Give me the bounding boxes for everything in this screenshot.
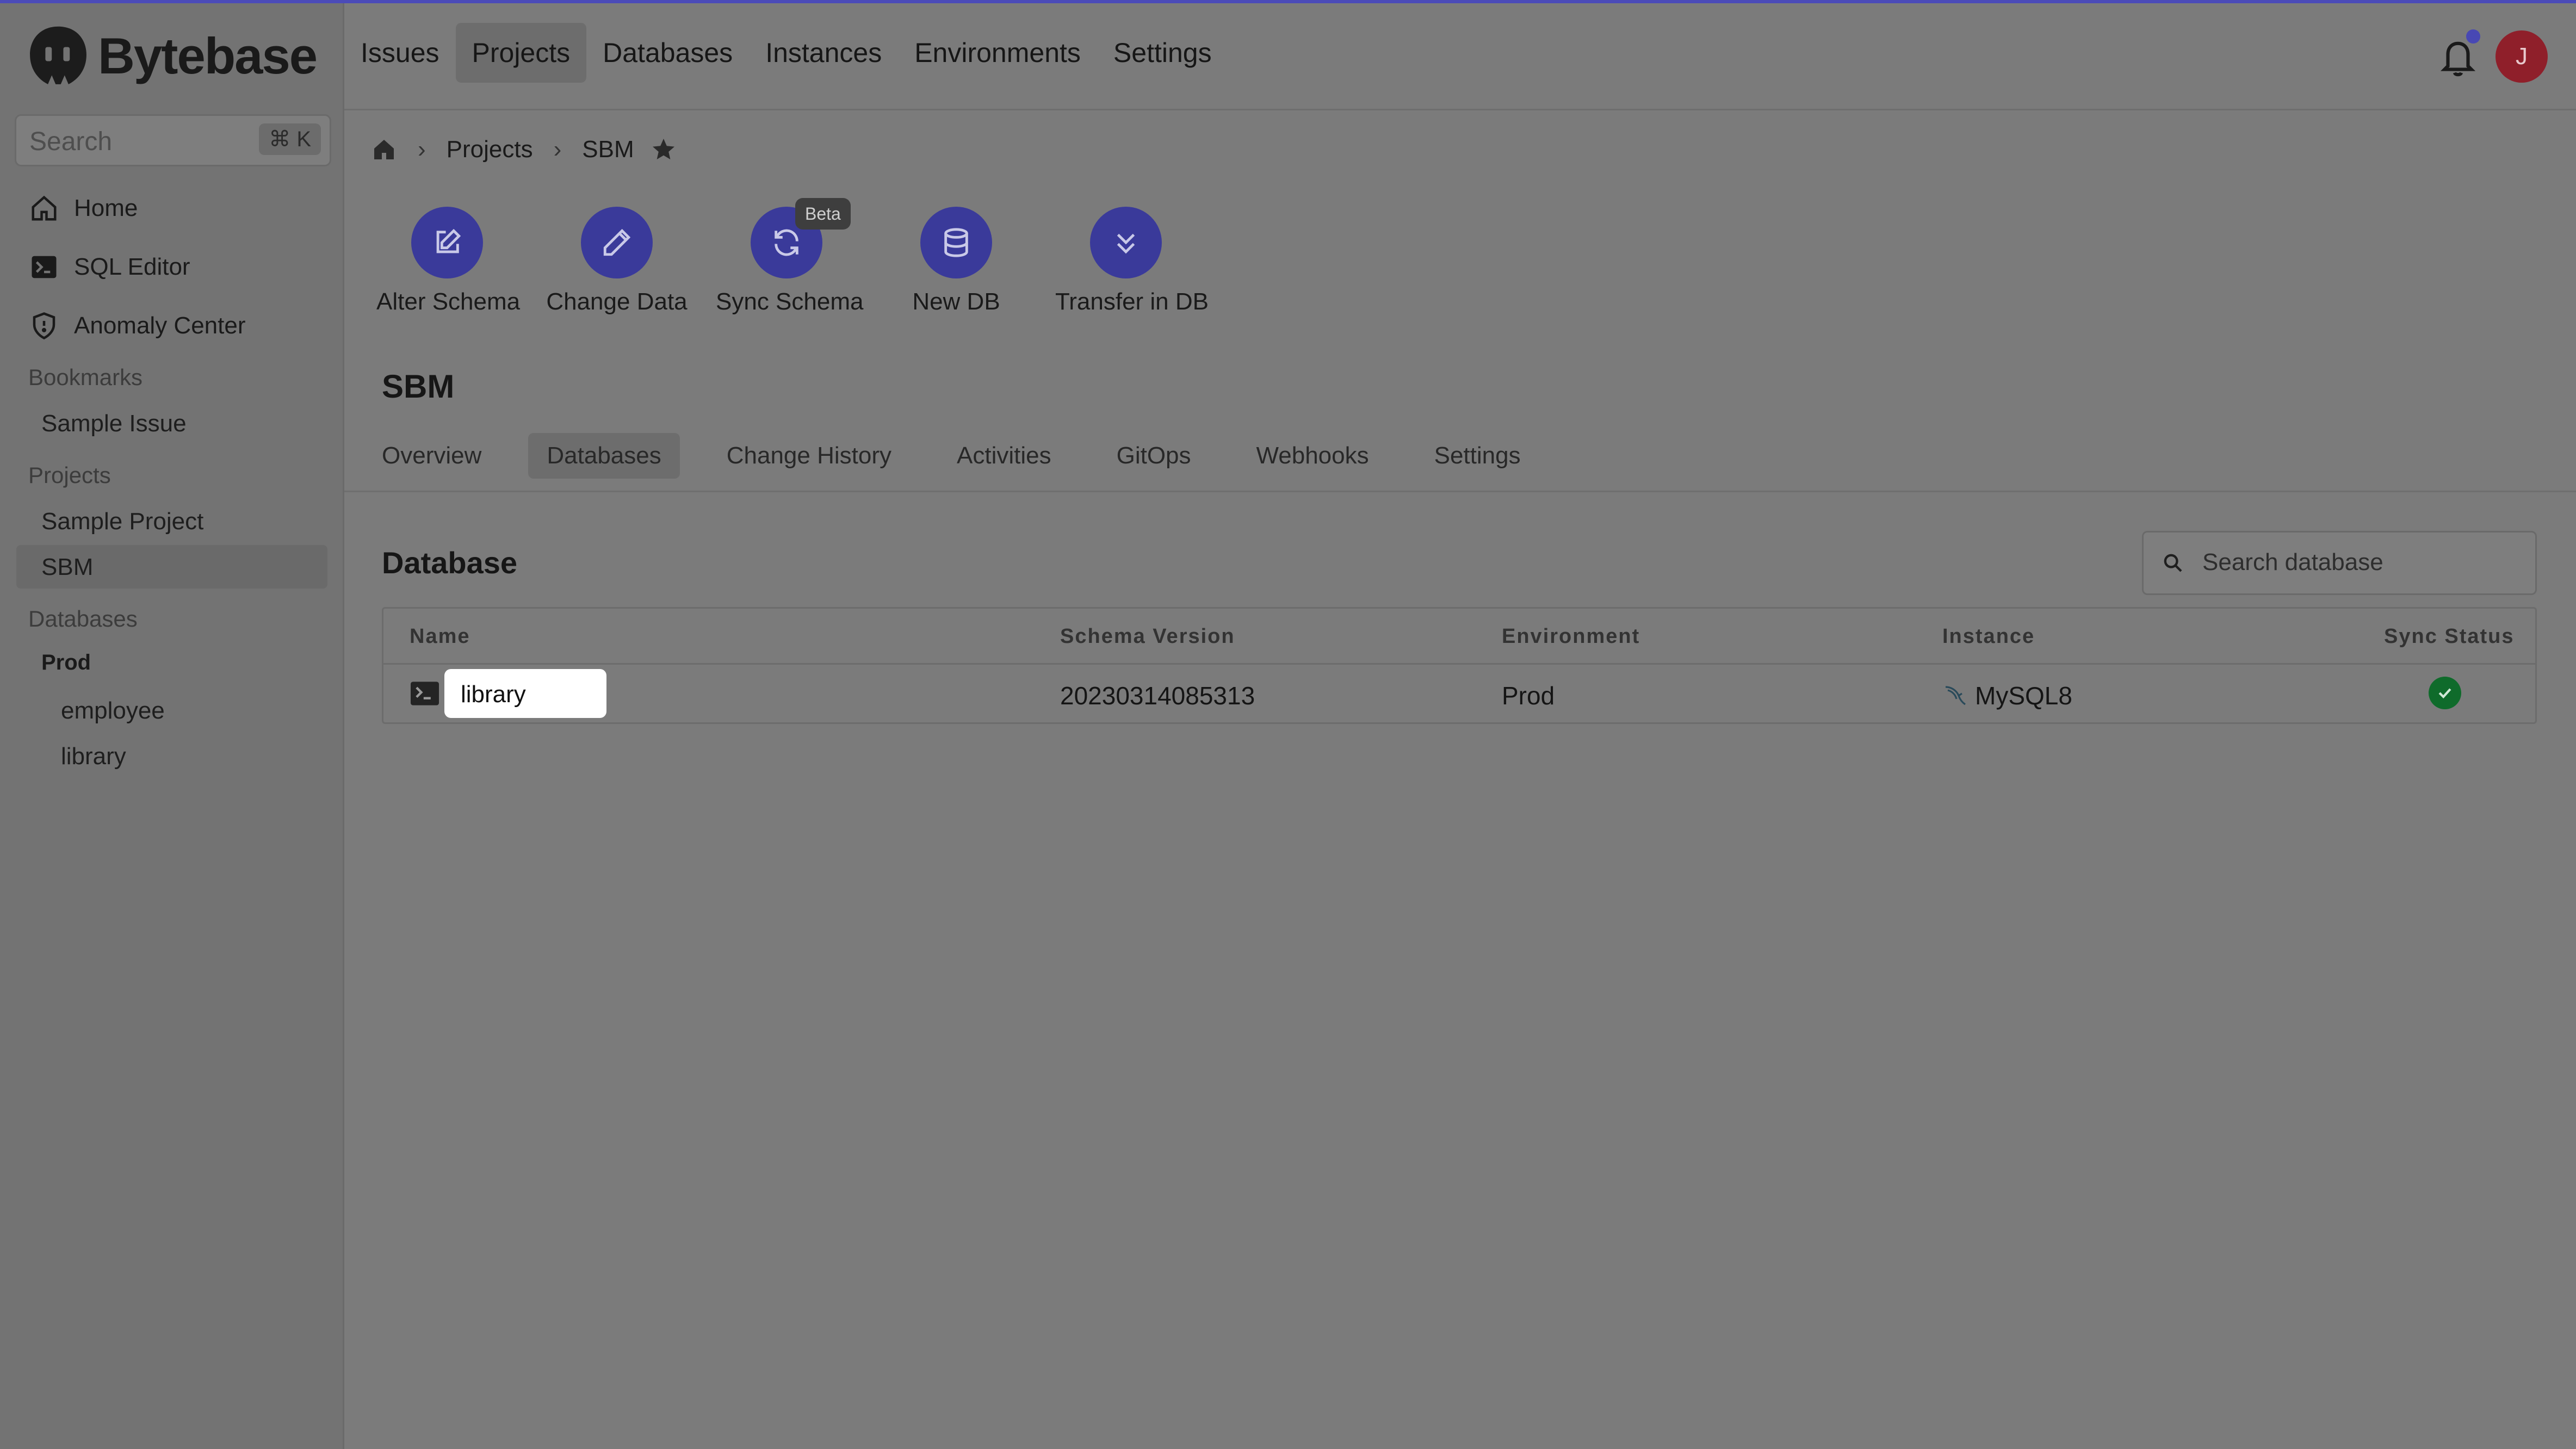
app-root: Bytebase Search ⌘ K Home SQL Editor Anom…	[0, 0, 2576, 1449]
tab-activities[interactable]: Activities	[957, 433, 1051, 479]
sidebar-item-label: Home	[74, 195, 138, 221]
sidebar-project-sbm[interactable]: SBM	[41, 554, 93, 581]
logo[interactable]: Bytebase	[26, 24, 318, 88]
search-icon	[2164, 554, 2182, 572]
bytebase-logo-icon	[30, 26, 86, 84]
terminal-icon[interactable]	[411, 681, 439, 706]
database-icon	[944, 228, 968, 257]
top-header: Issues Projects Databases Instances Envi…	[344, 3, 2576, 110]
home-icon	[32, 195, 57, 221]
quick-action-label: Sync Schema	[716, 288, 864, 315]
sidebar-item-label: Anomaly Center	[74, 312, 246, 339]
chevrons-down-icon	[1117, 233, 1135, 254]
database-table: Name Schema Version Environment Instance…	[382, 607, 2537, 724]
top-nav: Issues Projects Databases Instances Envi…	[344, 23, 1228, 83]
nav-issues[interactable]: Issues	[344, 23, 456, 83]
instance-name: MySQL8	[1975, 682, 2072, 710]
breadcrumb-projects[interactable]: Projects	[447, 136, 533, 163]
page-title: SBM	[382, 368, 455, 405]
column-header-sync-status[interactable]: Sync Status	[2384, 625, 2515, 648]
pencil-icon	[603, 228, 631, 256]
quick-action-change-data[interactable]: Change Data	[546, 207, 688, 315]
sidebar-item-home[interactable]: Home	[29, 194, 138, 223]
notification-dot	[2466, 29, 2480, 44]
database-name: library	[461, 681, 526, 708]
databases-section-label: Databases	[28, 606, 138, 631]
quick-action-circle	[581, 207, 653, 278]
nav-environments[interactable]: Environments	[898, 23, 1097, 83]
chevron-right-icon: ›	[553, 136, 562, 163]
tab-webhooks[interactable]: Webhooks	[1256, 433, 1369, 479]
section-heading: Database	[382, 546, 518, 580]
avatar[interactable]: J	[2496, 30, 2548, 83]
sidebar-item-label: SQL Editor	[74, 253, 190, 280]
sidebar-item-sql-editor[interactable]: SQL Editor	[29, 252, 190, 282]
check-icon	[2438, 688, 2451, 699]
instance-cell[interactable]: MySQL8	[1942, 681, 2072, 710]
quick-action-transfer-in-db[interactable]: Transfer in DB	[1055, 207, 1209, 315]
database-name-link[interactable]: library	[444, 669, 606, 718]
column-header-schema-version[interactable]: Schema Version	[1060, 625, 1235, 648]
quick-action-label: New DB	[912, 288, 1000, 315]
quick-action-new-db[interactable]: New DB	[886, 207, 1027, 315]
quick-action-alter-schema[interactable]: Alter Schema	[376, 207, 521, 315]
home-icon[interactable]	[371, 137, 397, 163]
sync-icon	[775, 229, 798, 256]
quick-action-label: Change Data	[546, 288, 688, 315]
tab-change-history[interactable]: Change History	[727, 433, 891, 479]
quick-action-circle	[1090, 207, 1162, 278]
tabs-divider	[344, 491, 2576, 492]
schema-version-cell: 20230314085313	[1060, 682, 1255, 710]
star-icon[interactable]	[651, 137, 677, 163]
chevron-right-icon: ›	[418, 136, 426, 163]
shield-icon	[33, 312, 55, 340]
quick-action-circle	[920, 207, 992, 278]
beta-badge: Beta	[795, 198, 851, 230]
quick-action-label: Alter Schema	[376, 288, 521, 315]
tab-settings[interactable]: Settings	[1434, 433, 1521, 479]
table-header: Name Schema Version Environment Instance…	[383, 609, 2535, 665]
sidebar-db-employee[interactable]: employee	[61, 697, 165, 725]
nav-databases[interactable]: Databases	[586, 23, 749, 83]
tab-overview[interactable]: Overview	[382, 433, 481, 479]
nav-projects[interactable]: Projects	[455, 23, 587, 83]
breadcrumb: › Projects › SBM	[371, 136, 677, 163]
column-header-environment[interactable]: Environment	[1502, 625, 1640, 648]
sidebar: Bytebase Search ⌘ K Home SQL Editor Anom…	[0, 3, 344, 1449]
sidebar-db-library[interactable]: library	[61, 743, 126, 770]
edit-square-icon	[436, 228, 461, 253]
sidebar-project-sample-project[interactable]: Sample Project	[41, 508, 203, 535]
logo-text: Bytebase	[98, 27, 318, 84]
tab-gitops[interactable]: GitOps	[1117, 433, 1191, 479]
sidebar-search-input[interactable]: Search ⌘ K	[15, 114, 331, 166]
nav-settings[interactable]: Settings	[1097, 23, 1228, 83]
column-header-name[interactable]: Name	[410, 625, 470, 648]
search-placeholder: Search	[29, 127, 113, 156]
quick-action-circle	[411, 207, 483, 278]
tab-databases[interactable]: Databases	[528, 433, 680, 479]
search-shortcut-badge: ⌘ K	[259, 123, 321, 155]
mysql-dolphin-icon	[1945, 686, 1966, 705]
column-header-instance[interactable]: Instance	[1942, 625, 2035, 648]
sidebar-db-environment[interactable]: Prod	[41, 651, 91, 675]
bookmarks-section-label: Bookmarks	[28, 364, 143, 390]
table-row[interactable]: library 20230314085313 Prod MySQL8	[383, 665, 2535, 722]
sidebar-item-anomaly-center[interactable]: Anomaly Center	[29, 311, 245, 340]
breadcrumb-current: SBM	[582, 136, 634, 163]
bookmark-item[interactable]: Sample Issue	[41, 410, 187, 437]
sync-status-ok-icon	[2429, 677, 2461, 709]
project-tabs: Overview Databases Change History Activi…	[382, 433, 1586, 479]
search-placeholder: Search database	[2202, 549, 2383, 575]
terminal-icon	[32, 256, 57, 278]
nav-instances[interactable]: Instances	[749, 23, 898, 83]
quick-action-label: Transfer in DB	[1055, 288, 1209, 315]
environment-cell: Prod	[1502, 682, 1555, 710]
projects-section-label: Projects	[28, 462, 111, 488]
search-database-input[interactable]: Search database	[2142, 531, 2537, 595]
